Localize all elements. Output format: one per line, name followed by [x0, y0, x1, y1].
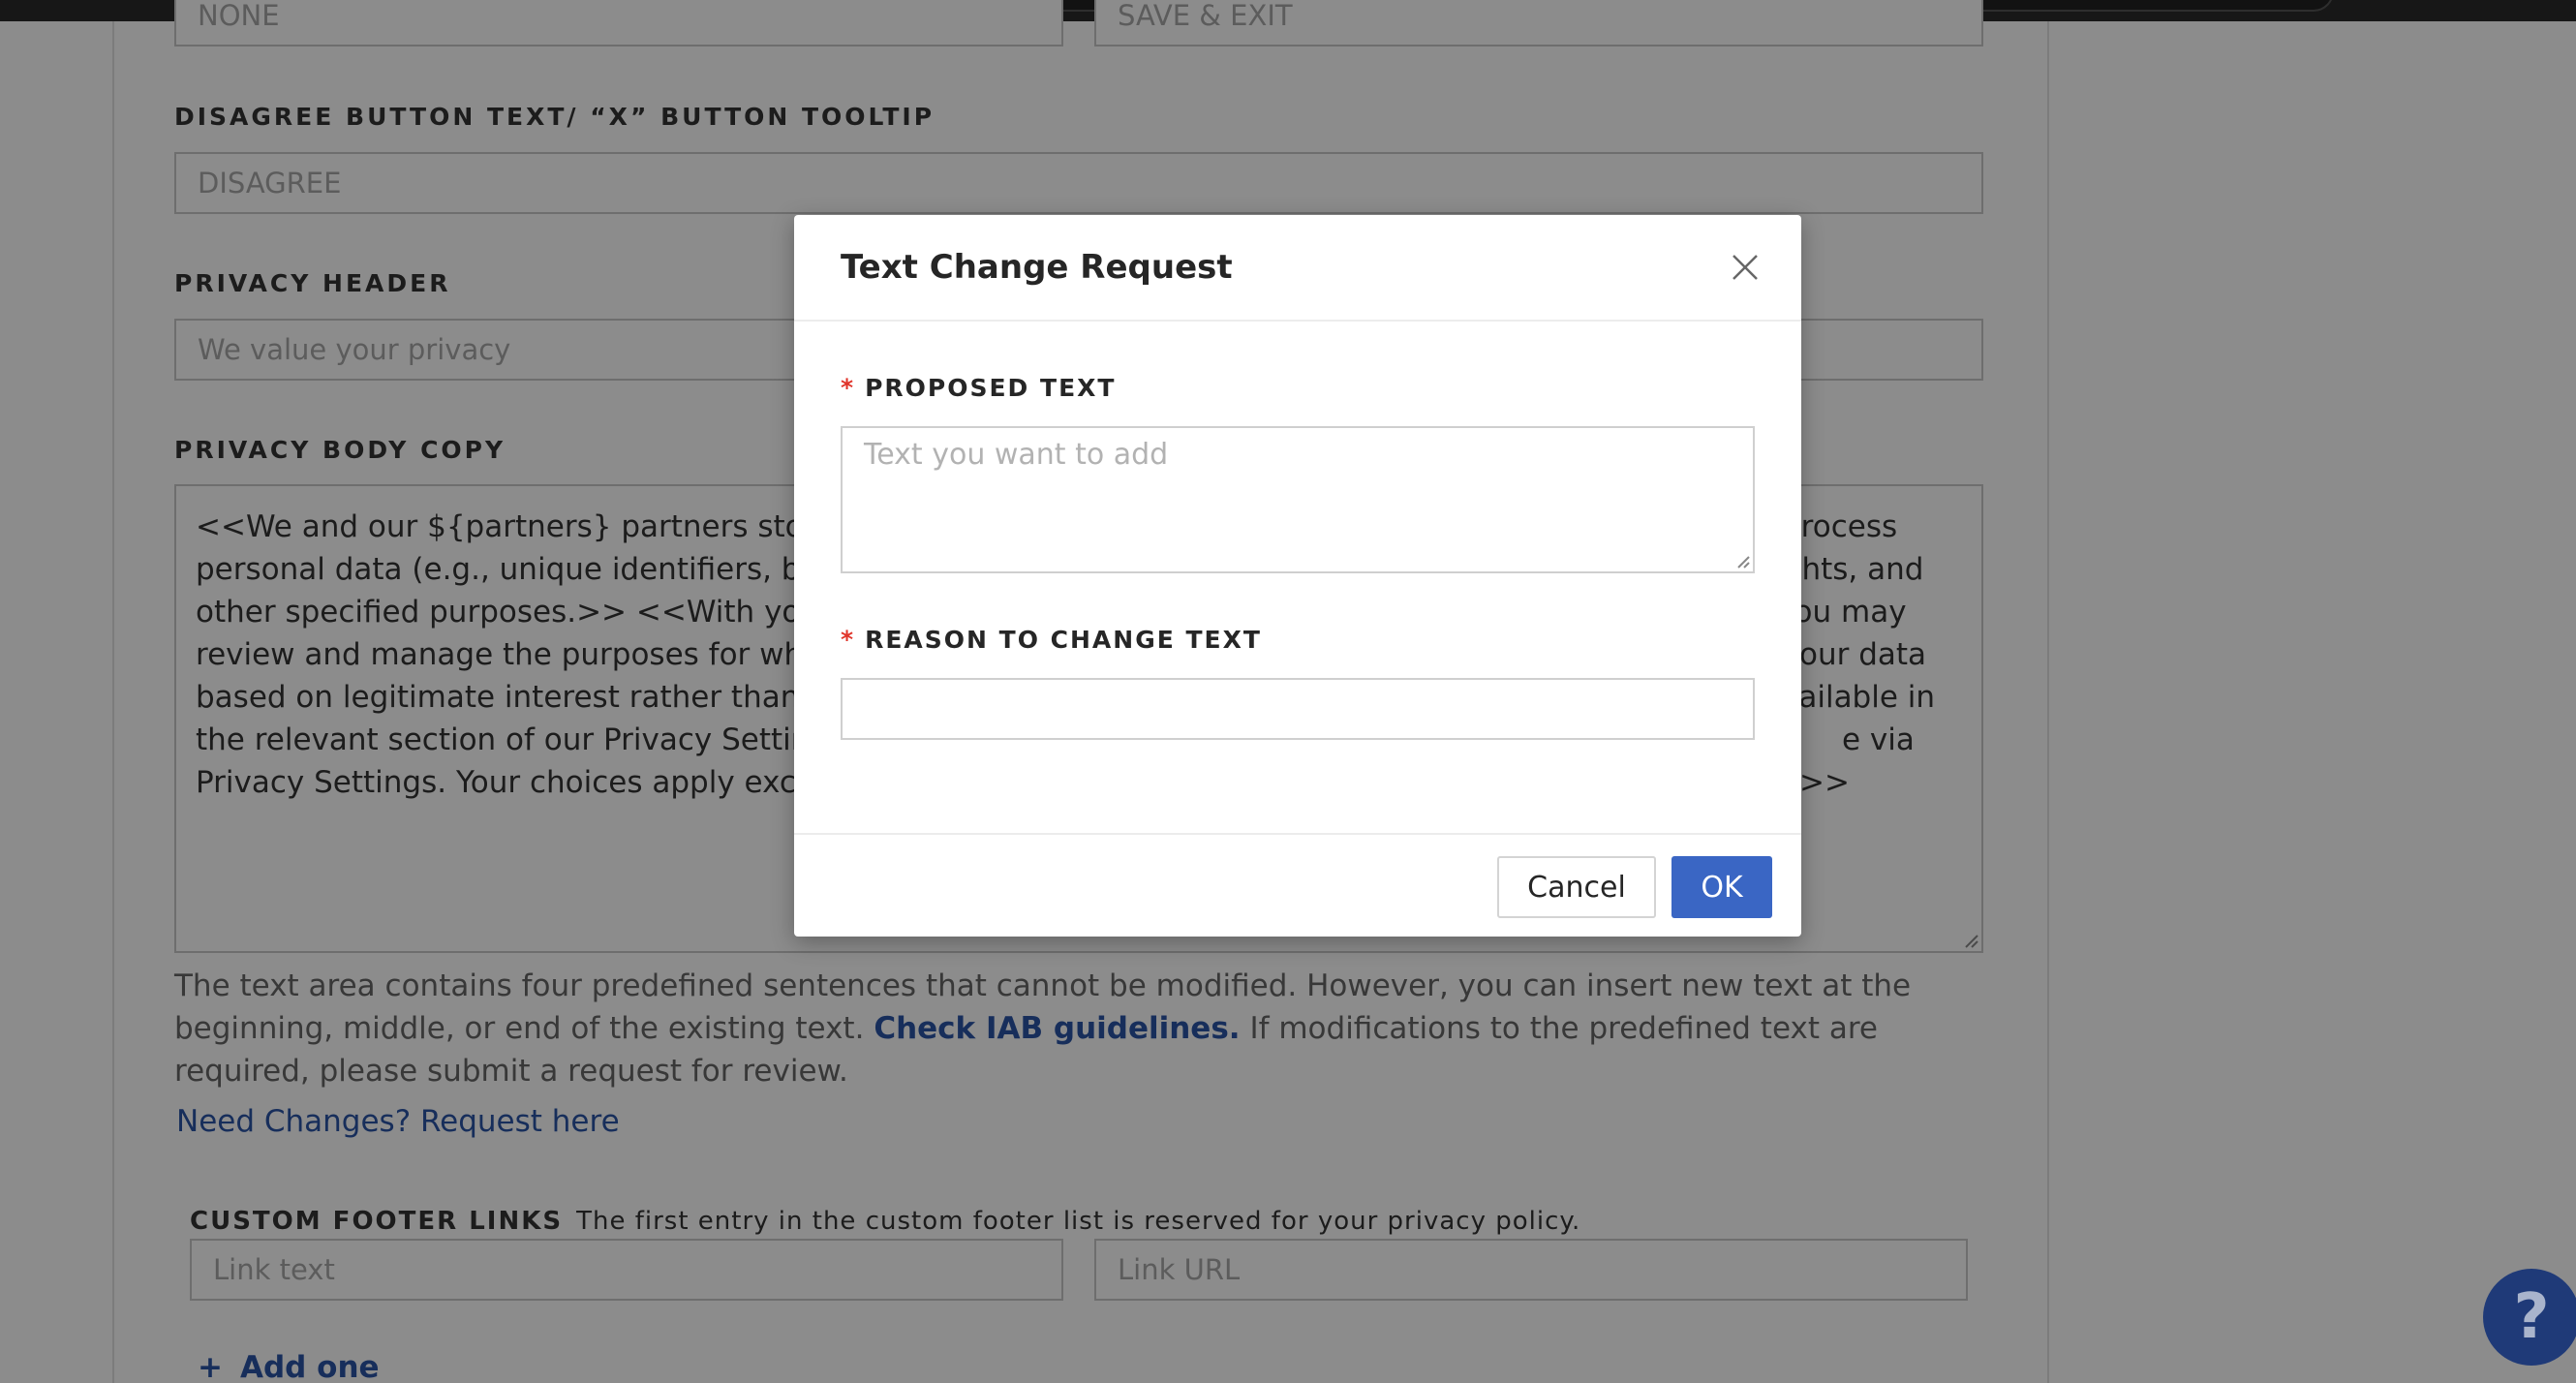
text-change-request-modal: Text Change Request * PROPOSED TEXT Text …: [794, 215, 1801, 937]
ok-button[interactable]: OK: [1671, 856, 1772, 918]
reason-label-text: REASON TO CHANGE TEXT: [865, 626, 1262, 654]
modal-title: Text Change Request: [841, 248, 1233, 287]
modal-header: Text Change Request: [794, 215, 1801, 322]
reason-label: * REASON TO CHANGE TEXT: [841, 626, 1262, 654]
required-marker: *: [841, 626, 856, 654]
help-fab-label: ?: [2513, 1281, 2550, 1353]
proposed-text-label: * PROPOSED TEXT: [841, 374, 1116, 402]
proposed-text-label-text: PROPOSED TEXT: [865, 374, 1117, 402]
help-question-icon[interactable]: ?: [2483, 1269, 2576, 1366]
reason-input[interactable]: [841, 678, 1755, 740]
resize-handle-icon[interactable]: [1735, 554, 1751, 569]
modal-footer: Cancel OK: [794, 833, 1801, 937]
ok-label: OK: [1701, 870, 1743, 905]
required-marker: *: [841, 374, 856, 402]
cancel-button[interactable]: Cancel: [1497, 856, 1656, 918]
close-icon[interactable]: [1728, 250, 1763, 285]
proposed-text-placeholder: Text you want to add: [864, 438, 1169, 472]
cancel-label: Cancel: [1527, 870, 1626, 905]
proposed-text-textarea[interactable]: Text you want to add: [841, 426, 1755, 573]
